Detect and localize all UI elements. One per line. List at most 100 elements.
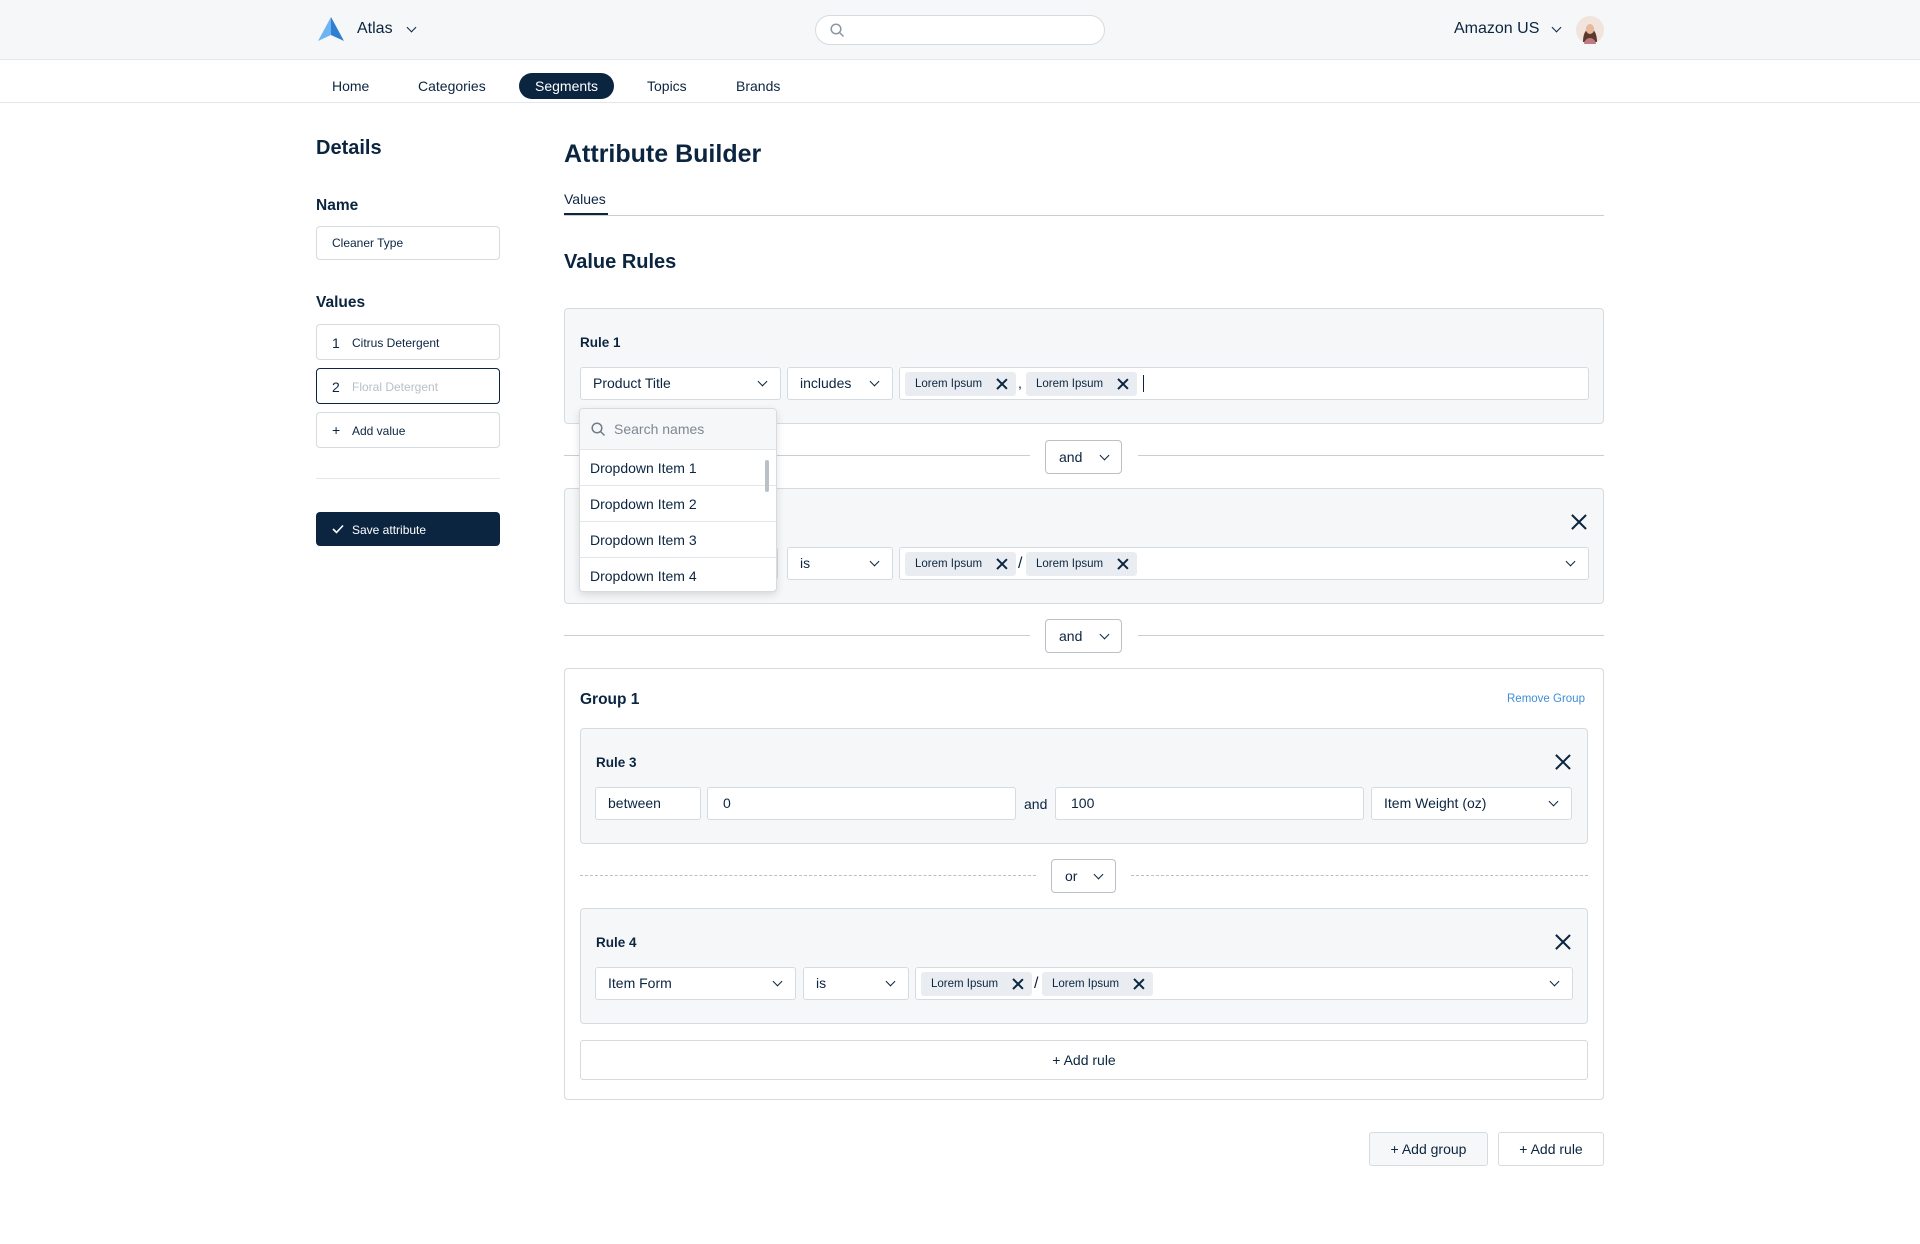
add-rule-button[interactable]: + Add rule — [1498, 1132, 1604, 1166]
dropdown-item[interactable]: Dropdown Item 4 — [580, 557, 776, 591]
select-value: is — [800, 555, 811, 571]
add-value-label: Add value — [352, 424, 406, 438]
remove-chip-icon[interactable] — [1117, 558, 1129, 570]
rule-title: Rule 1 — [580, 335, 621, 350]
close-icon[interactable] — [1555, 754, 1571, 770]
nav-item-brands[interactable]: Brands — [720, 73, 796, 99]
nav-item-segments[interactable]: Segments — [519, 73, 615, 99]
value-field-2[interactable]: 2 Floral Detergent — [316, 368, 500, 404]
rule-3-card: Rule 3 — [580, 728, 1588, 844]
chip-label: Lorem Ipsum — [915, 558, 983, 570]
add-value-button[interactable]: + Add value — [316, 412, 500, 448]
marketplace-selector[interactable]: Amazon US — [1454, 20, 1539, 38]
values-label: Values — [316, 294, 366, 311]
remove-chip-icon[interactable] — [996, 558, 1008, 570]
close-icon[interactable] — [1571, 514, 1587, 530]
text-cursor — [1143, 375, 1144, 392]
remove-chip-icon[interactable] — [996, 378, 1008, 390]
nav-item-topics[interactable]: Topics — [631, 73, 703, 99]
chip-separator: / — [1034, 975, 1039, 992]
atlas-logo-icon — [318, 17, 344, 41]
chevron-down-icon — [1549, 976, 1560, 987]
rule-4-values-select[interactable]: Lorem Ipsum / Lorem Ipsum — [915, 967, 1573, 1000]
value-chip: Lorem Ipsum — [1026, 552, 1137, 576]
page-title: Attribute Builder — [564, 140, 762, 168]
dropdown-search-placeholder: Search names — [614, 421, 705, 437]
chevron-down-icon — [1565, 556, 1576, 567]
rule-3-field-select[interactable]: Item Weight (oz) — [1371, 787, 1572, 820]
select-value: Item Weight (oz) — [1384, 795, 1487, 811]
details-heading: Details — [316, 137, 382, 159]
nav-item-home[interactable]: Home — [316, 73, 385, 99]
dropdown-scrollbar[interactable] — [765, 460, 769, 492]
avatar[interactable] — [1576, 16, 1604, 44]
app-switcher[interactable]: Atlas — [357, 20, 393, 38]
dropdown-item[interactable]: Dropdown Item 1 — [580, 449, 776, 485]
rule-1-field-select[interactable]: Product Title — [580, 367, 781, 400]
value-chip: Lorem Ipsum — [921, 972, 1032, 996]
rule-4-operator-select[interactable]: is — [803, 967, 909, 1000]
group-add-rule-button[interactable]: + Add rule — [580, 1040, 1588, 1080]
check-icon — [332, 524, 344, 534]
remove-chip-icon[interactable] — [1133, 978, 1145, 990]
chevron-down-icon — [1548, 796, 1559, 807]
rule-3-operator-field[interactable]: between — [595, 787, 701, 820]
logic-connector-select[interactable]: and — [1045, 440, 1122, 474]
chevron-down-icon[interactable] — [1551, 22, 1562, 33]
rule-2-operator-select[interactable]: is — [787, 547, 893, 580]
chevron-down-icon — [1099, 450, 1110, 461]
value-number: 1 — [332, 335, 340, 351]
search-input[interactable] — [815, 15, 1105, 45]
rule-1-values-input[interactable]: Lorem Ipsum , Lorem Ipsum — [899, 367, 1589, 400]
save-attribute-label: Save attribute — [352, 523, 427, 537]
app-name: Atlas — [357, 20, 393, 37]
rule-2-values-select[interactable]: Lorem Ipsum / Lorem Ipsum — [899, 547, 1589, 580]
logic-connector-select[interactable]: and — [1045, 619, 1122, 653]
chevron-down-icon[interactable] — [406, 22, 417, 33]
chevron-down-icon — [1093, 869, 1104, 880]
value-placeholder: Floral Detergent — [352, 380, 439, 394]
chip-label: Lorem Ipsum — [1052, 978, 1120, 990]
value-chip: Lorem Ipsum — [905, 552, 1016, 576]
name-field[interactable]: Cleaner Type — [316, 226, 500, 260]
dropdown-item[interactable]: Dropdown Item 3 — [580, 521, 776, 557]
value-chip: Lorem Ipsum — [1026, 372, 1137, 396]
remove-chip-icon[interactable] — [1012, 978, 1024, 990]
divider — [316, 478, 500, 479]
value-text: Citrus Detergent — [352, 336, 440, 350]
remove-chip-icon[interactable] — [1117, 378, 1129, 390]
rule-1-card: Rule 1 — [564, 308, 1604, 424]
value-field-1[interactable]: 1 Citrus Detergent — [316, 324, 500, 360]
rule-3-max-input[interactable]: 100 — [1055, 787, 1364, 820]
save-attribute-button[interactable]: Save attribute — [316, 512, 500, 546]
close-icon[interactable] — [1555, 934, 1571, 950]
rule-1-operator-select[interactable]: includes — [787, 367, 893, 400]
logic-connector-select[interactable]: or — [1051, 859, 1116, 893]
add-group-button[interactable]: + Add group — [1369, 1132, 1488, 1166]
remove-group-link[interactable]: Remove Group — [1507, 693, 1585, 705]
name-value: Cleaner Type — [332, 236, 404, 250]
connector-line — [564, 635, 1030, 636]
chip-label: Lorem Ipsum — [1036, 558, 1104, 570]
connector-line — [1131, 875, 1588, 876]
dropdown-item[interactable]: Dropdown Item 2 — [580, 485, 776, 521]
search-icon — [830, 23, 845, 38]
and-label: and — [1024, 796, 1048, 812]
select-value: is — [816, 975, 827, 991]
connector-label: and — [1059, 628, 1083, 644]
rule-4-field-select[interactable]: Item Form — [595, 967, 796, 1000]
connector-line — [1138, 455, 1604, 456]
nav-item-categories[interactable]: Categories — [402, 73, 502, 99]
group-title: Group 1 — [580, 691, 640, 708]
marketplace-label: Amazon US — [1454, 20, 1540, 37]
rule-3-min-input[interactable]: 0 — [707, 787, 1016, 820]
name-label: Name — [316, 197, 359, 214]
connector-label: or — [1065, 868, 1078, 884]
select-value: Item Form — [608, 975, 672, 991]
dropdown-search[interactable]: Search names — [580, 409, 776, 449]
section-title: Value Rules — [564, 251, 677, 273]
top-bar: Atlas Amazon US — [0, 0, 1920, 60]
field-dropdown-menu: Search names Dropdown Item 1 Dropdown It… — [579, 408, 777, 592]
tab-values[interactable]: Values — [564, 191, 606, 215]
field-value: between — [608, 795, 661, 811]
